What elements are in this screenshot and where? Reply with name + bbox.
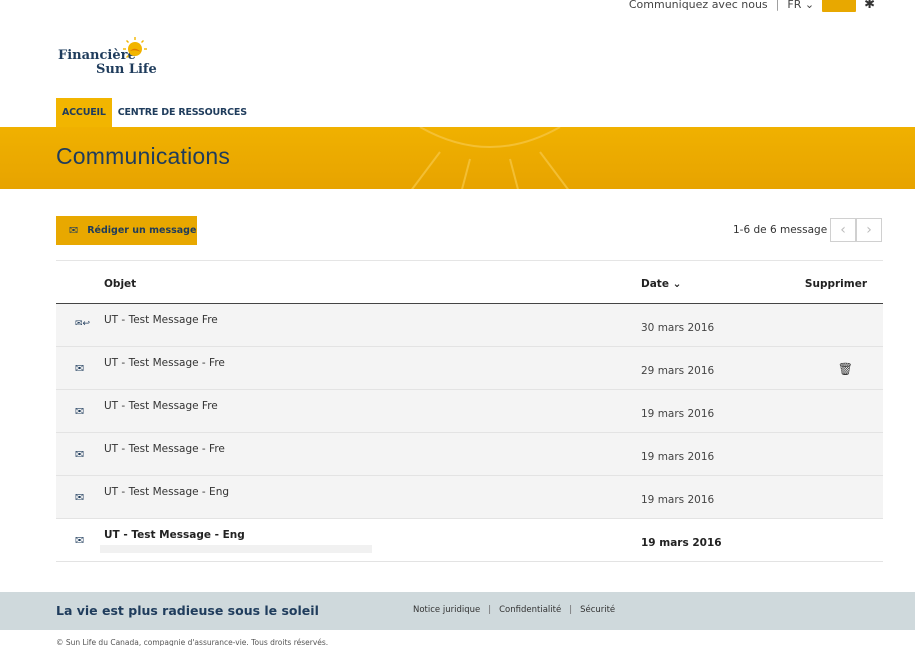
separator: | bbox=[488, 605, 492, 615]
separator: | bbox=[569, 605, 573, 615]
table-row[interactable]: ✉ UT - Test Message - Eng 19 mars 2016 bbox=[56, 476, 883, 519]
copyright: © Sun Life du Canada, compagnie d'assura… bbox=[56, 638, 329, 646]
page-banner: Communications bbox=[0, 127, 915, 189]
envelope-icon: ✉ bbox=[75, 534, 85, 547]
footer-link-legal[interactable]: Notice juridique bbox=[413, 605, 480, 615]
footer-slogan: La vie est plus radieuse sous le soleil bbox=[56, 603, 319, 618]
logo-text-line2: Sun Life bbox=[96, 62, 157, 77]
table-row[interactable]: ✉ UT - Test Message - Fre 19 mars 2016 bbox=[56, 433, 883, 476]
message-date: 19 mars 2016 bbox=[641, 408, 715, 420]
page-title: Communications bbox=[56, 143, 231, 169]
chevron-down-icon: ⌄ bbox=[804, 0, 815, 11]
sign-out-button[interactable] bbox=[822, 0, 857, 12]
trash-icon[interactable]: 🗑 bbox=[838, 362, 853, 376]
logo[interactable]: Financière Sun Life bbox=[58, 36, 168, 81]
contact-link[interactable]: Communiquez avec nous bbox=[629, 0, 768, 11]
envelope-icon: ✉ bbox=[75, 448, 85, 461]
separator: | bbox=[775, 0, 780, 11]
nav-item-centre-de-ressources[interactable]: CENTRE DE RESSOURCES bbox=[112, 98, 253, 127]
chevron-down-icon: ⌄ bbox=[672, 278, 682, 290]
message-date: 30 mars 2016 bbox=[641, 322, 715, 334]
message-subject[interactable]: UT - Test Message Fre bbox=[104, 314, 218, 326]
sun-watermark-icon bbox=[411, 127, 569, 189]
message-subject[interactable]: UT - Test Message - Eng bbox=[104, 529, 245, 541]
message-date: 19 mars 2016 bbox=[641, 494, 715, 506]
pagination-status: 1-6 de 6 message bbox=[733, 224, 828, 236]
table-body: ✉↩ UT - Test Message Fre 30 mars 2016 ✉ UT -… bbox=[56, 304, 883, 562]
message-subject[interactable]: UT - Test Message - Eng bbox=[104, 486, 229, 498]
messages-table: Objet Date ⌄ Supprimer ✉↩ UT - Test Messa… bbox=[56, 260, 883, 562]
compose-message-label: Rédiger un message bbox=[87, 225, 197, 236]
footer-links: Notice juridique | Confidentialité | Séc… bbox=[413, 605, 615, 615]
message-date: 29 mars 2016 bbox=[641, 365, 715, 377]
column-header-subject: Objet bbox=[104, 278, 137, 290]
chevron-left-icon[interactable]: ‹ bbox=[830, 218, 856, 242]
message-date: 19 mars 2016 bbox=[641, 451, 715, 463]
language-label: FR bbox=[787, 0, 802, 11]
main-nav: ACCUEIL CENTRE DE RESSOURCES bbox=[56, 98, 253, 127]
table-row[interactable]: ✉ UT - Test Message - Eng 19 mars 2016 bbox=[56, 519, 883, 562]
language-selector[interactable]: FR ⌄ bbox=[787, 0, 814, 11]
utility-bar: Communiquez avec nous | FR ⌄ ✱ bbox=[629, 0, 875, 14]
message-subject[interactable]: UT - Test Message - Fre bbox=[104, 443, 225, 455]
column-header-delete: Supprimer bbox=[804, 278, 867, 290]
envelope-icon: ✉ bbox=[75, 362, 85, 375]
footer: La vie est plus radieuse sous le soleil … bbox=[0, 592, 915, 630]
message-date: 19 mars 2016 bbox=[641, 537, 722, 549]
column-header-date-label: Date bbox=[641, 278, 669, 290]
envelope-icon: ✉ bbox=[69, 224, 79, 237]
compose-message-button[interactable]: ✉ Rédiger un message bbox=[56, 216, 197, 245]
message-preview bbox=[100, 545, 372, 553]
pagination-controls: ‹ › bbox=[830, 218, 882, 242]
envelope-icon: ✉ bbox=[75, 491, 85, 504]
nav-item-accueil[interactable]: ACCUEIL bbox=[56, 98, 112, 127]
envelope-icon: ✉ bbox=[75, 405, 85, 418]
chevron-right-icon[interactable]: › bbox=[856, 218, 882, 242]
footer-link-privacy[interactable]: Confidentialité bbox=[499, 605, 561, 615]
message-subject[interactable]: UT - Test Message Fre bbox=[104, 400, 218, 412]
envelope-reply-icon: ✉↩ bbox=[75, 319, 91, 329]
message-subject[interactable]: UT - Test Message - Fre bbox=[104, 357, 225, 369]
table-row[interactable]: ✉↩ UT - Test Message Fre 30 mars 2016 bbox=[56, 304, 883, 347]
gear-icon[interactable]: ✱ bbox=[864, 0, 875, 12]
column-header-date[interactable]: Date ⌄ bbox=[641, 278, 681, 290]
table-row[interactable]: ✉ UT - Test Message - Fre 29 mars 2016 🗑 bbox=[56, 347, 883, 390]
table-header: Objet Date ⌄ Supprimer bbox=[56, 260, 883, 304]
sun-logo-icon bbox=[123, 37, 147, 58]
footer-link-security[interactable]: Sécurité bbox=[580, 605, 615, 615]
table-row[interactable]: ✉ UT - Test Message Fre 19 mars 2016 bbox=[56, 390, 883, 433]
